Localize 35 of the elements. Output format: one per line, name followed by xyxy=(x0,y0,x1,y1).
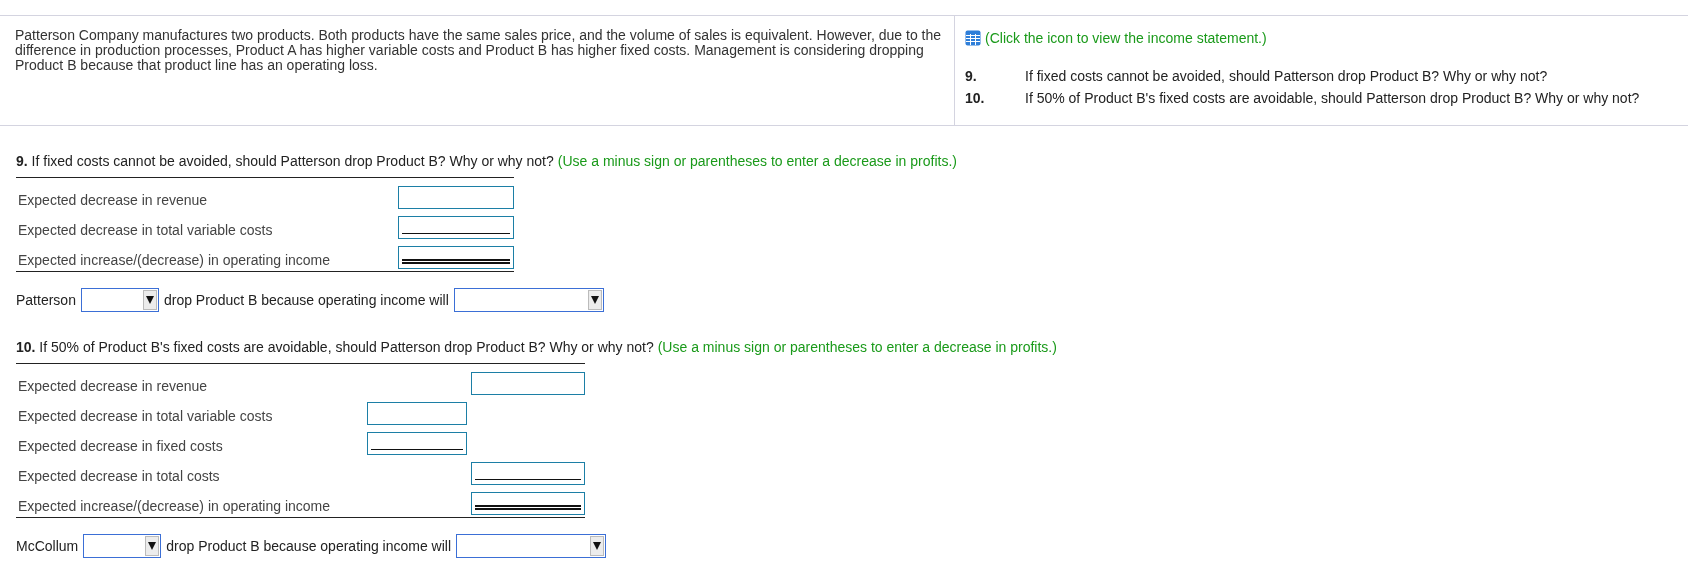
input-field[interactable] xyxy=(398,216,514,239)
row-label: Expected increase/(decrease) in operating income xyxy=(17,252,332,270)
table-icon[interactable] xyxy=(965,30,981,46)
income-statement-link[interactable]: (Click the icon to view the income statement.) xyxy=(985,30,1267,46)
sentence-text: drop Product B because operating income will xyxy=(166,538,452,554)
question-text: If fixed costs cannot be avoided, should Patterson drop Product B? Why or why not? xyxy=(1025,68,1548,84)
input-field[interactable] xyxy=(471,462,585,485)
dropdown[interactable] xyxy=(83,534,162,558)
company-label: McCollum xyxy=(16,538,79,554)
input-field[interactable] xyxy=(471,492,585,515)
hint-text: (Use a minus sign or parentheses to enter a decrease in profits.) xyxy=(557,153,957,169)
input-field[interactable] xyxy=(367,432,467,455)
question-text: 9. If fixed costs cannot be avoided, should Patterson drop Product B? Why or why not? xyxy=(16,153,554,169)
row-label: Expected decrease in total costs xyxy=(17,468,221,486)
dropdown[interactable] xyxy=(80,288,159,312)
question-text: If 50% of Product B's fixed costs are avoidable, should Patterson drop Product B? Why or why not? xyxy=(1025,90,1640,106)
input-field[interactable] xyxy=(398,186,514,209)
dropdown[interactable] xyxy=(456,534,607,558)
question-text: 10. If 50% of Product B's fixed costs are avoidable, should Patterson drop Product B? Why or why not? xyxy=(16,339,654,355)
row-label: Expected increase/(decrease) in operating income xyxy=(17,498,332,516)
question-number: 9. xyxy=(965,68,978,84)
input-field[interactable] xyxy=(367,402,467,425)
hint-text: (Use a minus sign or parentheses to enter a decrease in profits.) xyxy=(657,339,1057,355)
row-label: Expected decrease in revenue xyxy=(17,378,209,396)
row-label: Expected decrease in fixed costs xyxy=(17,438,224,456)
question-number: 10. xyxy=(965,90,986,106)
row-label: Expected decrease in revenue xyxy=(17,192,209,210)
sentence-text: drop Product B because operating income will xyxy=(163,292,449,308)
input-field[interactable] xyxy=(471,372,585,395)
row-label: Expected decrease in total variable costs xyxy=(17,222,274,240)
dropdown[interactable] xyxy=(453,288,604,312)
row-label: Expected decrease in total variable costs xyxy=(17,408,274,426)
problem-text: Patterson Company manufactures two products. Both products have the same sales price, and the volume of sales is equivalent. However, due to the difference in production processes, Product A has higher variable costs and Product B has higher fixed costs. Management is considering dropping Product B because that product line has an operating loss. xyxy=(15,28,942,73)
company-label: Patterson xyxy=(16,292,76,308)
input-field[interactable] xyxy=(398,246,514,269)
